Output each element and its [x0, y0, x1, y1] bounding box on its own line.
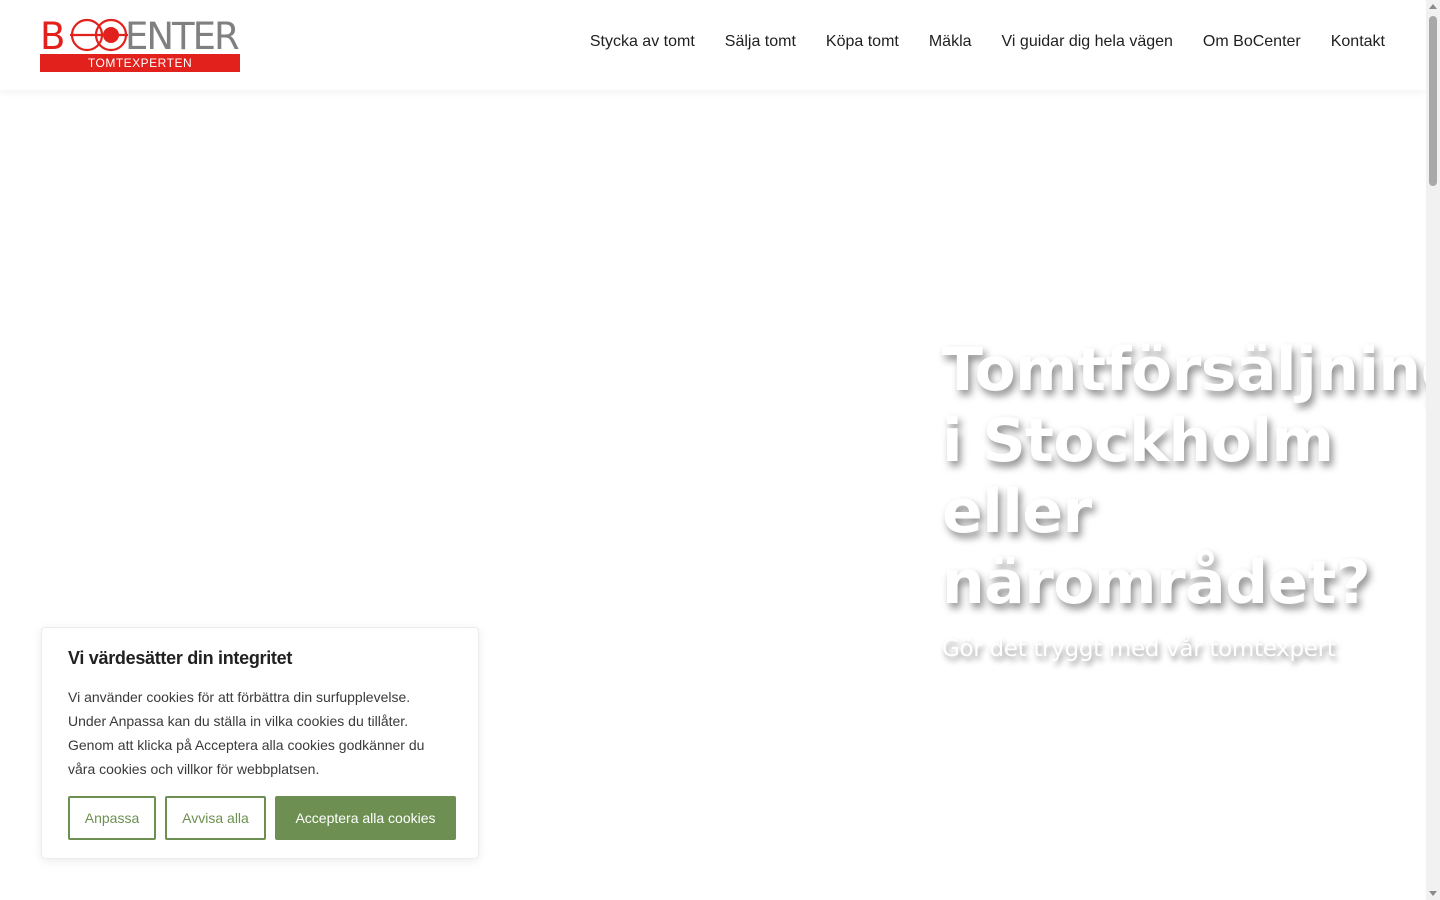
hero-title-line: Tomtförsäljning	[942, 335, 1440, 405]
arrow-down-icon[interactable]	[1429, 891, 1437, 896]
hero-title: Tomtförsäljning i Stockholm eller näromr…	[942, 335, 1440, 619]
scroll-thumb[interactable]	[1429, 16, 1437, 186]
customize-button[interactable]: Anpassa	[68, 796, 156, 840]
cookie-consent-dialog: Vi värdesätter din integritet Vi använde…	[41, 627, 479, 859]
cookie-description: Vi använder cookies för att förbättra di…	[68, 689, 425, 777]
nav-item-vi-guidar[interactable]: Vi guidar dig hela vägen	[1002, 33, 1173, 51]
hero-subtitle: Gör det tryggt med vår tomtexpert	[942, 636, 1336, 662]
svg-text:B: B	[40, 17, 64, 58]
nav-item-stycka-av-tomt[interactable]: Stycka av tomt	[590, 33, 695, 51]
arrow-up-icon[interactable]	[1429, 4, 1437, 9]
main-nav: Stycka av tomt Sälja tomt Köpa tomt Mäkl…	[590, 33, 1385, 51]
site-header: B ENTER TOMTEXPERTEN Stycka av tomt Sälj…	[0, 0, 1426, 90]
hero-title-line: eller	[942, 477, 1092, 547]
svg-text:ENTER: ENTER	[125, 17, 239, 58]
nav-item-salja-tomt[interactable]: Sälja tomt	[725, 33, 796, 51]
reject-all-button[interactable]: Avvisa alla	[165, 796, 266, 840]
hero-title-line: närområdet?	[942, 548, 1371, 618]
accept-all-button[interactable]: Acceptera alla cookies	[275, 796, 456, 840]
page-scrollbar[interactable]	[1426, 0, 1440, 900]
cookie-buttons: Anpassa Avvisa alla Acceptera alla cooki…	[68, 796, 456, 840]
nav-item-makla[interactable]: Mäkla	[929, 33, 972, 51]
nav-item-kontakt[interactable]: Kontakt	[1331, 33, 1385, 51]
nav-item-om-bocenter[interactable]: Om BoCenter	[1203, 33, 1301, 51]
cookie-title: Vi värdesätter din integritet	[68, 648, 293, 668]
svg-text:TOMTEXPERTEN: TOMTEXPERTEN	[88, 56, 192, 70]
hero-title-line: i Stockholm	[942, 406, 1334, 476]
nav-item-kopa-tomt[interactable]: Köpa tomt	[826, 33, 899, 51]
bocenter-logo: B ENTER TOMTEXPERTEN	[40, 17, 240, 72]
page: B ENTER TOMTEXPERTEN Stycka av tomt Sälj…	[0, 0, 1440, 900]
